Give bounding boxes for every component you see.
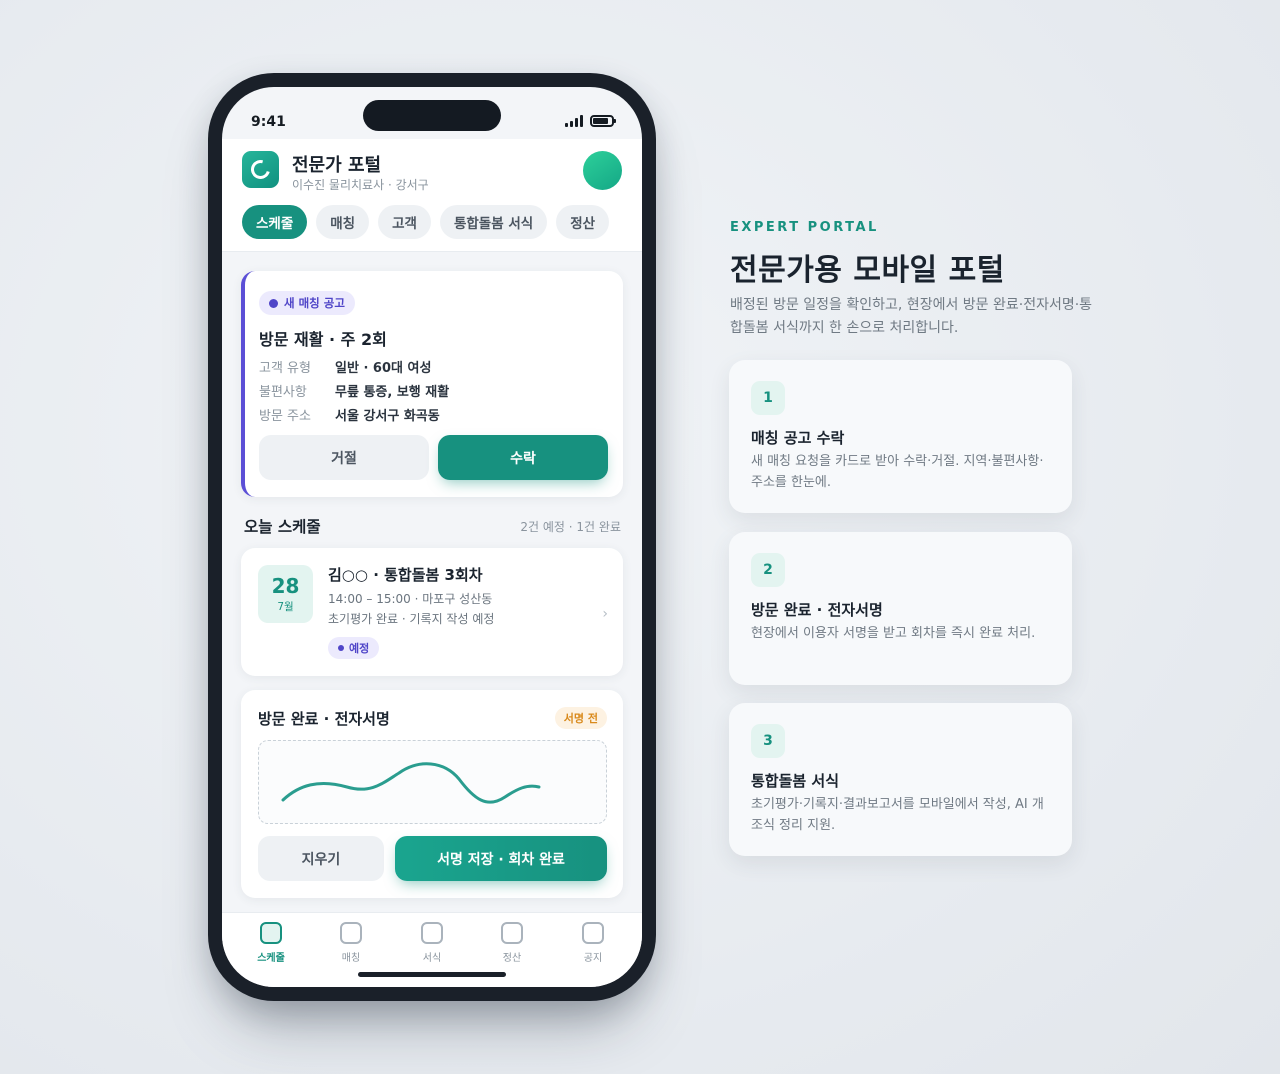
- schedule-status-label: 예정: [349, 642, 370, 655]
- matching-icon: [340, 922, 362, 944]
- tab-settlement[interactable]: 정산: [556, 205, 610, 239]
- form-icon: [421, 922, 443, 944]
- status-icons: [565, 115, 616, 127]
- nav-label: 공지: [583, 953, 603, 964]
- schedule-status-badge: 예정: [328, 637, 380, 659]
- feature-title: 통합돌봄 서식: [751, 772, 840, 790]
- home-indicator: [358, 972, 506, 977]
- calendar-icon: [260, 922, 282, 944]
- nav-label: 서식: [422, 953, 442, 964]
- nav-item-matching[interactable]: 매칭: [321, 922, 381, 964]
- match-request-card: 새 매칭 공고 방문 재활 · 주 2회 고객 유형 일반 · 60대 여성 불…: [241, 271, 623, 497]
- app-header: 전문가 포털 이수진 물리치료사 · 강서구 스케줄 매칭 고객 통합돌봄 서식…: [222, 139, 642, 252]
- today-schedule-heading: 오늘 스케줄: [244, 518, 321, 536]
- save-signature-button[interactable]: 서명 저장 · 회차 완료: [395, 836, 607, 881]
- match-row-value: 일반 · 60대 여성: [335, 361, 432, 376]
- match-row-address: 방문 주소 서울 강서구 화곡동: [259, 405, 440, 424]
- wallet-icon: [501, 922, 523, 944]
- feature-title: 매칭 공고 수락: [751, 429, 845, 447]
- new-match-badge-label: 새 매칭 공고: [284, 296, 345, 310]
- today-schedule-meta: 2건 예정 · 1건 완료: [520, 520, 621, 534]
- feature-title: 방문 완료 · 전자서명: [751, 601, 883, 619]
- panel-lead: 배정된 방문 일정을 확인하고, 현장에서 방문 완료·전자서명·통합돌봄 서식…: [730, 297, 1093, 336]
- notice-icon: [582, 922, 604, 944]
- panel-eyebrow: EXPERT PORTAL: [730, 220, 879, 235]
- nav-item-notice[interactable]: 공지: [563, 922, 623, 964]
- chevron-right-icon: ›: [602, 606, 608, 622]
- match-row-value: 무릎 통증, 보행 재활: [335, 385, 450, 400]
- panel-headline: 전문가용 모바일 포털: [730, 253, 1005, 288]
- nav-label: 스케줄: [257, 953, 285, 964]
- signature-pad[interactable]: [258, 740, 607, 824]
- feature-number: 3: [751, 724, 785, 758]
- status-time: 9:41: [251, 114, 286, 130]
- dot-icon: [338, 645, 344, 651]
- avatar[interactable]: [583, 151, 622, 190]
- schedule-title: 김○○ · 통합돌봄 3회차: [328, 566, 483, 584]
- signature-card-title: 방문 완료 · 전자서명: [258, 710, 390, 728]
- match-row-value: 서울 강서구 화곡동: [335, 409, 440, 424]
- feature-description: 현장에서 이용자 서명을 받고 회차를 즉시 완료 처리.: [751, 626, 1036, 641]
- accept-button[interactable]: 수락: [438, 435, 608, 480]
- schedule-item-card[interactable]: 28 7월 김○○ · 통합돌봄 3회차 14:00 – 15:00 · 마포구…: [241, 548, 623, 676]
- tab-clients[interactable]: 고객: [378, 205, 431, 239]
- tab-schedule[interactable]: 스케줄: [242, 205, 308, 239]
- nav-item-settlement[interactable]: 정산: [482, 922, 542, 964]
- match-row-complaint: 불편사항 무릎 통증, 보행 재활: [259, 381, 449, 400]
- feature-description: 새 매칭 요청을 카드로 받아 수락·거절. 지역·불편사항·주소를 한눈에.: [751, 454, 1044, 490]
- nav-label: 매칭: [341, 953, 361, 964]
- match-row-key: 불편사항: [259, 385, 307, 400]
- date-box: 28 7월: [258, 565, 313, 623]
- feature-card-match: 1 매칭 공고 수락 새 매칭 요청을 카드로 받아 수락·거절. 지역·불편사…: [729, 360, 1072, 513]
- signal-icon: [565, 115, 583, 127]
- clear-signature-button[interactable]: 지우기: [258, 836, 384, 881]
- phone-mockup: 9:41 전문가 포털 이수진 물리치료사 · 강서구 스케줄 매칭 고객 통합…: [208, 73, 656, 1001]
- dot-icon: [269, 298, 278, 308]
- nav-item-forms[interactable]: 서식: [402, 922, 462, 964]
- signature-status-badge: 서명 전: [554, 707, 607, 729]
- tab-integrated-care-forms[interactable]: 통합돌봄 서식: [439, 205, 548, 239]
- portal-logo-icon: [242, 151, 279, 188]
- tab-matching[interactable]: 매칭: [316, 205, 370, 239]
- schedule-note: 초기평가 완료 · 기록지 작성 예정: [328, 612, 495, 626]
- schedule-time-place: 14:00 – 15:00 · 마포구 성산동: [328, 592, 493, 606]
- date-month: 7월: [277, 600, 294, 613]
- tab-bar: 스케줄 매칭 고객 통합돌봄 서식 정산: [242, 205, 610, 239]
- date-day: 28: [271, 573, 300, 598]
- match-row-key: 방문 주소: [259, 409, 311, 424]
- match-title: 방문 재활 · 주 2회: [259, 330, 387, 349]
- phone-screen: 9:41 전문가 포털 이수진 물리치료사 · 강서구 스케줄 매칭 고객 통합…: [222, 87, 642, 987]
- battery-icon: [590, 115, 616, 127]
- feature-card-forms: 3 통합돌봄 서식 초기평가·기록지·결과보고서를 모바일에서 작성, AI 개…: [729, 703, 1072, 856]
- dynamic-island: [363, 100, 501, 131]
- app-subtitle: 이수진 물리치료사 · 강서구: [292, 178, 429, 192]
- signature-stroke: [281, 762, 541, 804]
- feature-description: 초기평가·기록지·결과보고서를 모바일에서 작성, AI 개조식 정리 지원.: [751, 797, 1044, 833]
- reject-button[interactable]: 거절: [259, 435, 429, 480]
- nav-item-schedule[interactable]: 스케줄: [241, 922, 301, 964]
- match-row-key: 고객 유형: [259, 361, 311, 376]
- app-title: 전문가 포털: [292, 155, 382, 176]
- feature-card-signature: 2 방문 완료 · 전자서명 현장에서 이용자 서명을 받고 회차를 즉시 완료…: [729, 532, 1072, 685]
- signature-card: 방문 완료 · 전자서명 서명 전 지우기 서명 저장 · 회차 완료: [241, 690, 623, 898]
- new-match-badge: 새 매칭 공고: [259, 291, 355, 315]
- feature-number: 2: [751, 553, 785, 587]
- nav-label: 정산: [502, 953, 522, 964]
- match-row-client-type: 고객 유형 일반 · 60대 여성: [259, 357, 431, 376]
- feature-number: 1: [751, 381, 785, 415]
